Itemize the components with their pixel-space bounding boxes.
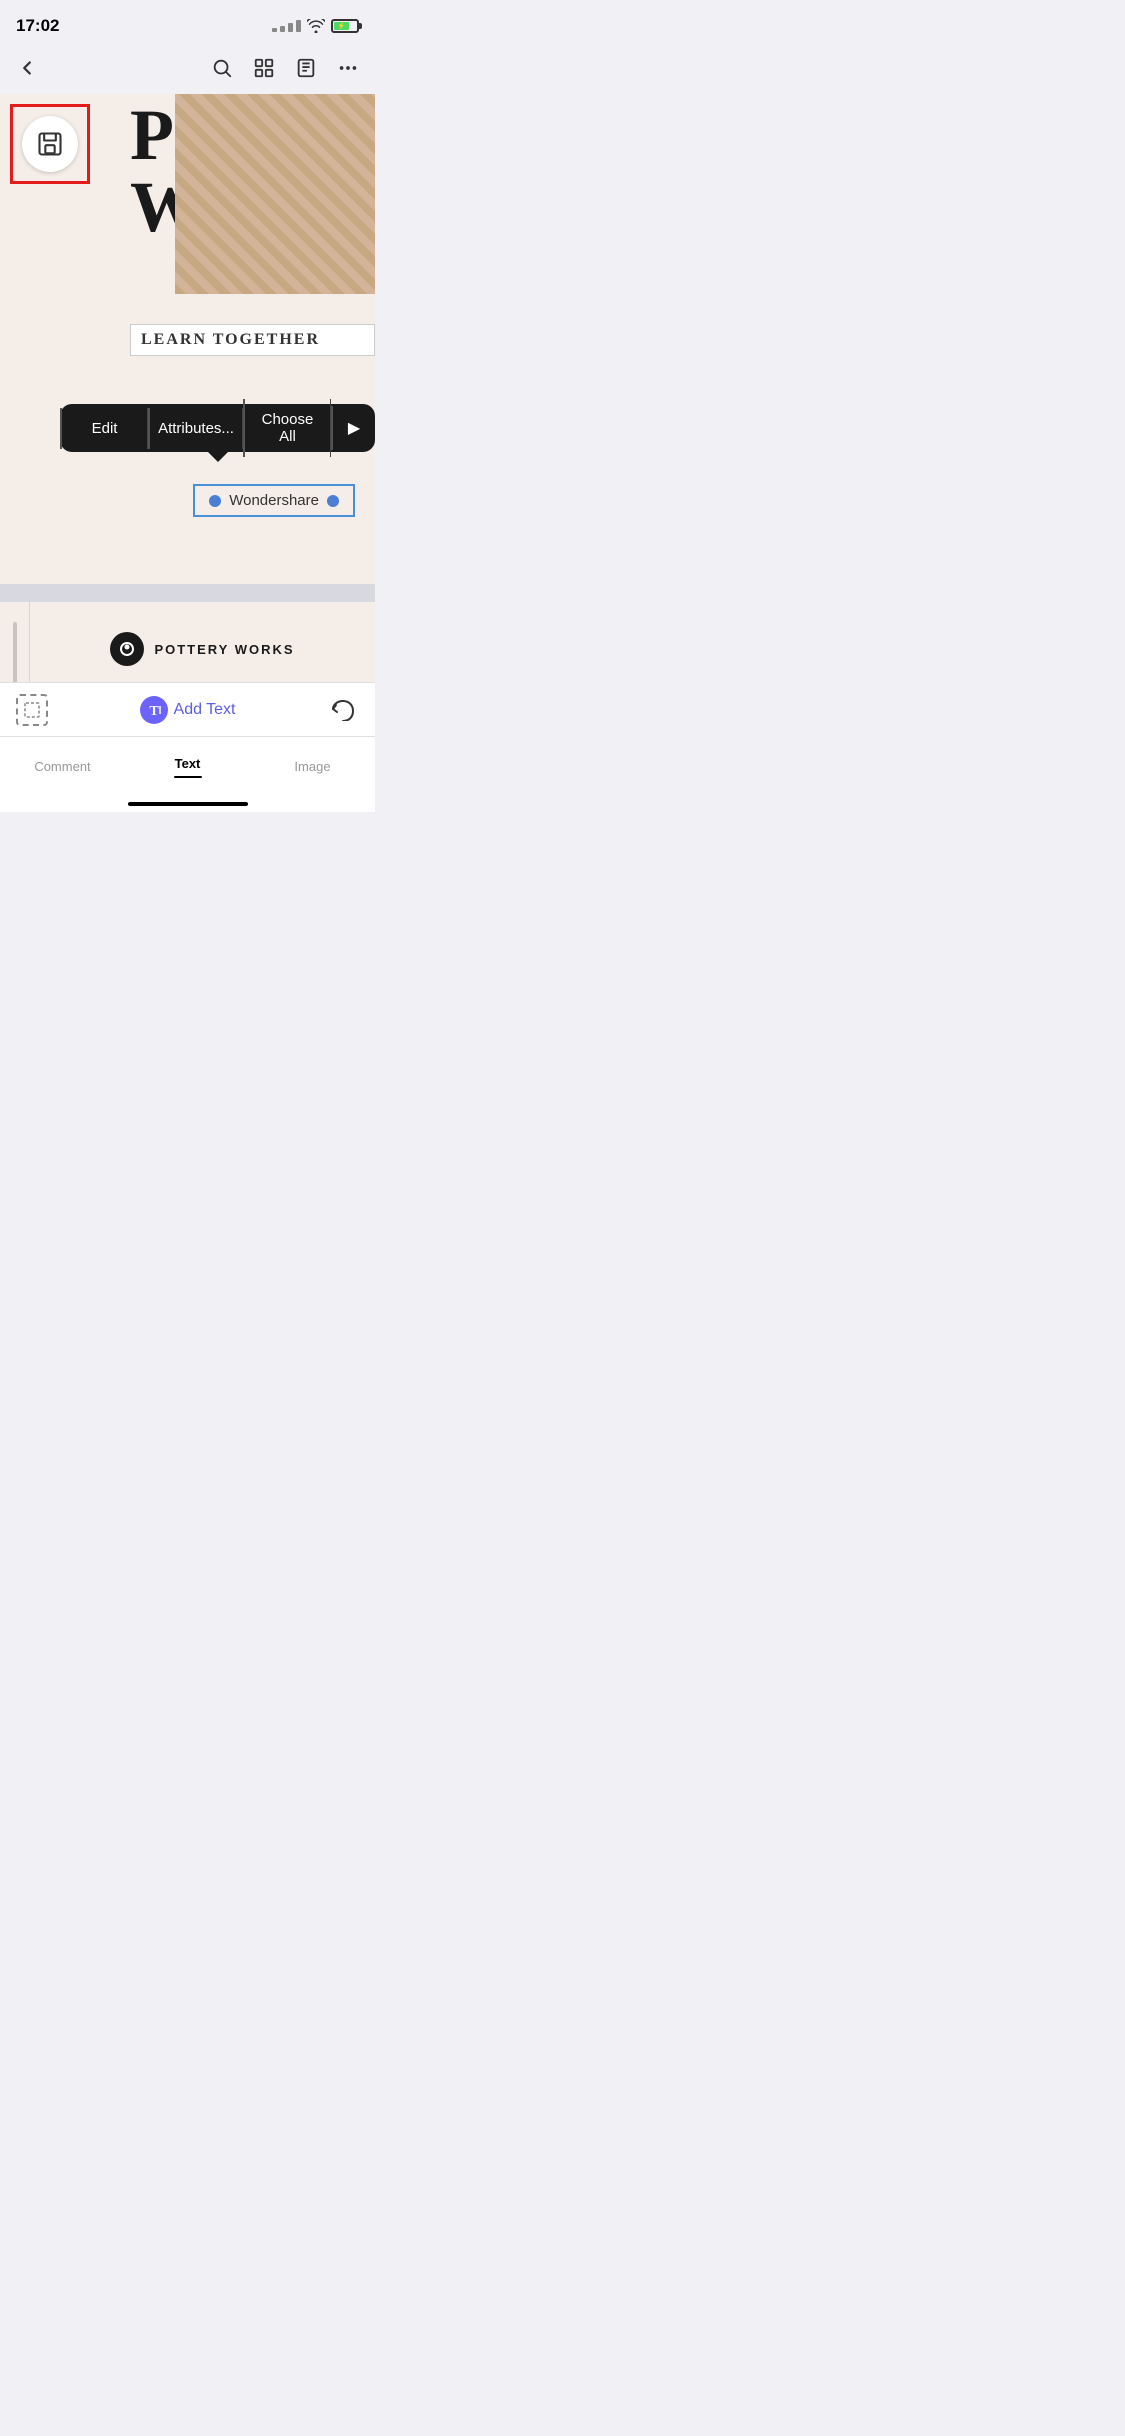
pottery-logo-area: POTTERY WORKS	[30, 602, 375, 682]
pottery-brand-text: POTTERY WORKS	[154, 642, 294, 657]
home-bar	[128, 802, 248, 806]
add-text-bar: T Add Text	[0, 682, 375, 736]
back-button[interactable]	[16, 57, 38, 79]
signal-icon	[272, 20, 301, 32]
notes-button[interactable]	[295, 57, 317, 79]
search-button[interactable]	[211, 57, 233, 79]
battery-icon	[331, 19, 359, 33]
attributes-menu-item[interactable]: Attributes...	[148, 408, 243, 449]
save-button[interactable]	[22, 116, 78, 172]
nav-bar	[0, 44, 375, 94]
add-text-label: Add Text	[174, 701, 236, 719]
tab-image[interactable]: Image	[250, 751, 375, 774]
grid-button[interactable]	[253, 57, 275, 79]
undo-button[interactable]	[327, 694, 359, 726]
wondershare-text: Wondershare	[229, 492, 319, 509]
tab-comment-label: Comment	[34, 759, 90, 774]
status-time: 17:02	[16, 16, 59, 36]
wondershare-textbox[interactable]: Wondershare	[193, 484, 355, 517]
handle-dot-left	[209, 495, 221, 507]
choose-all-menu-item[interactable]: Choose All	[243, 399, 331, 457]
add-text-button[interactable]: T Add Text	[140, 696, 236, 724]
pottery-icon	[110, 632, 144, 666]
more-button[interactable]	[337, 57, 359, 79]
page-divider	[0, 584, 375, 602]
more-menu-item[interactable]: ▶	[331, 406, 375, 450]
selection-icon	[16, 694, 48, 726]
handle-dot-right	[327, 495, 339, 507]
canvas-learn-text: LEARN TOGETHER	[130, 324, 375, 356]
save-button-highlight	[10, 104, 90, 184]
canvas-photo-top-right	[175, 94, 375, 294]
context-menu: Edit Attributes... Choose All ▶	[60, 404, 375, 452]
bottom-toolbar: T Add Text Comment Text Image	[0, 682, 375, 812]
edit-menu-item[interactable]: Edit	[60, 408, 148, 449]
status-icons	[272, 19, 359, 33]
tab-comment[interactable]: Comment	[0, 751, 125, 774]
tab-image-label: Image	[294, 759, 330, 774]
tab-active-indicator	[174, 776, 202, 778]
photo-pattern	[175, 94, 375, 294]
home-indicator	[0, 796, 375, 812]
wifi-icon	[307, 19, 325, 33]
tab-text[interactable]: Text	[125, 748, 250, 778]
canvas-area: Pottery Workshop LEARN TOGETHER Edit Att…	[0, 94, 375, 584]
tab-bar: Comment Text Image	[0, 736, 375, 796]
add-text-icon: T	[140, 696, 168, 724]
tab-text-label: Text	[175, 756, 201, 771]
status-bar: 17:02	[0, 0, 375, 44]
svg-text:T: T	[149, 704, 159, 719]
